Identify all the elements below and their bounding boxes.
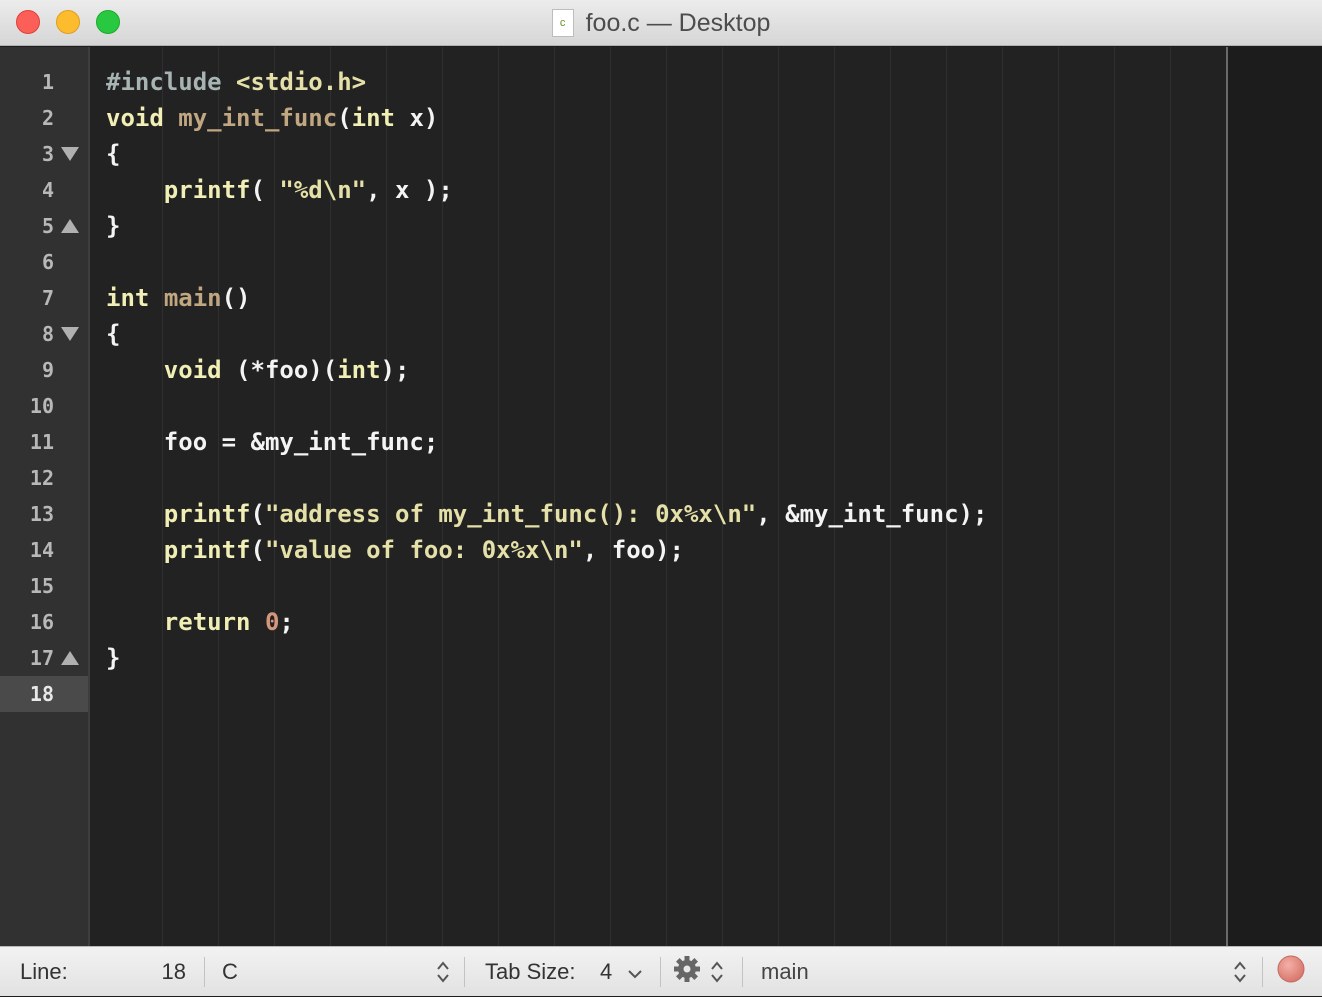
line-number: 12 (29, 466, 54, 490)
page-guide (1226, 47, 1228, 946)
file-icon-label: c (559, 17, 566, 29)
fold-collapse-icon[interactable] (60, 316, 80, 352)
line-label: Line: (20, 959, 68, 984)
line-number: 4 (41, 178, 54, 202)
page-guide-area (1228, 47, 1322, 946)
tab-size-value: 4 (600, 959, 613, 984)
status-separator (660, 957, 661, 987)
title-bar: c foo.c — Desktop (0, 0, 1322, 46)
indent-guide (1170, 47, 1171, 946)
fold-expand-icon[interactable] (60, 208, 80, 244)
status-bar: Line: 18 C Tab Size: 4 main (0, 946, 1322, 996)
window-title: c foo.c — Desktop (0, 0, 1322, 46)
indent-guide (1002, 47, 1003, 946)
chevron-down-icon (628, 959, 642, 985)
fold-collapse-icon[interactable] (60, 136, 80, 172)
line-number: 2 (41, 106, 54, 130)
settings-popup[interactable] (672, 947, 724, 997)
code-line: printf("address of my_int_func(): 0x%x\n… (163, 500, 988, 528)
code-line: printf( "%d\n", x ); (163, 176, 453, 204)
line-number: 5 (41, 214, 54, 238)
c-file-icon: c (551, 9, 574, 37)
code-line: { (106, 140, 121, 168)
status-separator (1262, 957, 1263, 987)
code-line: { (106, 320, 121, 348)
code-editor[interactable]: #include <stdio.h> void my_int_func(int x… (90, 47, 1322, 946)
line-number: 7 (41, 286, 54, 310)
tab-size-popup[interactable]: 4 (600, 947, 642, 997)
window-title-text: foo.c — Desktop (585, 8, 771, 37)
tab-size-label: Tab Size: (485, 959, 576, 984)
updown-chevron-icon (1233, 959, 1247, 985)
line-number: 17 (29, 646, 54, 670)
code-line: void my_int_func(int x) (106, 104, 439, 132)
line-number: 15 (29, 574, 54, 598)
symbol-popup[interactable]: main (742, 947, 1252, 997)
line-number: 3 (41, 142, 54, 166)
line-number: 14 (29, 538, 54, 562)
line-number-field[interactable]: 18 (140, 947, 186, 997)
line-number: 9 (41, 358, 54, 382)
line-number: 16 (29, 610, 54, 634)
code-line: printf("value of foo: 0x%x\n", foo); (163, 536, 684, 564)
line-number: 1 (41, 70, 54, 94)
record-icon (1276, 954, 1306, 990)
code-line: } (106, 212, 121, 240)
symbol-label: main (761, 959, 809, 984)
macro-record-button[interactable] (1276, 947, 1306, 997)
line-number: 6 (41, 250, 54, 274)
line-number: 18 (29, 682, 54, 706)
language-popup[interactable]: C (204, 947, 456, 997)
line-number: 10 (29, 394, 54, 418)
indent-guide (1058, 47, 1059, 946)
line-number: 8 (41, 322, 54, 346)
fold-expand-icon[interactable] (60, 640, 80, 676)
line-number: 11 (29, 430, 54, 454)
code-line: void (*foo)(int); (163, 356, 410, 384)
status-separator (464, 957, 465, 987)
line-number-gutter: 1 2 3 4 5 6 7 8 9 10 11 12 13 14 15 16 17 18 (0, 47, 90, 946)
language-label: C (222, 959, 238, 984)
code-line: return 0; (163, 608, 294, 636)
code-line: #include <stdio.h> (106, 68, 367, 96)
indent-guide (1114, 47, 1115, 946)
code-line: } (106, 644, 121, 672)
code-line: foo = &my_int_func; (106, 428, 439, 456)
updown-chevron-icon (436, 959, 450, 985)
line-number: 13 (29, 502, 54, 526)
gear-icon (672, 954, 702, 990)
updown-chevron-icon (710, 959, 724, 985)
code-line: int main() (106, 284, 251, 312)
